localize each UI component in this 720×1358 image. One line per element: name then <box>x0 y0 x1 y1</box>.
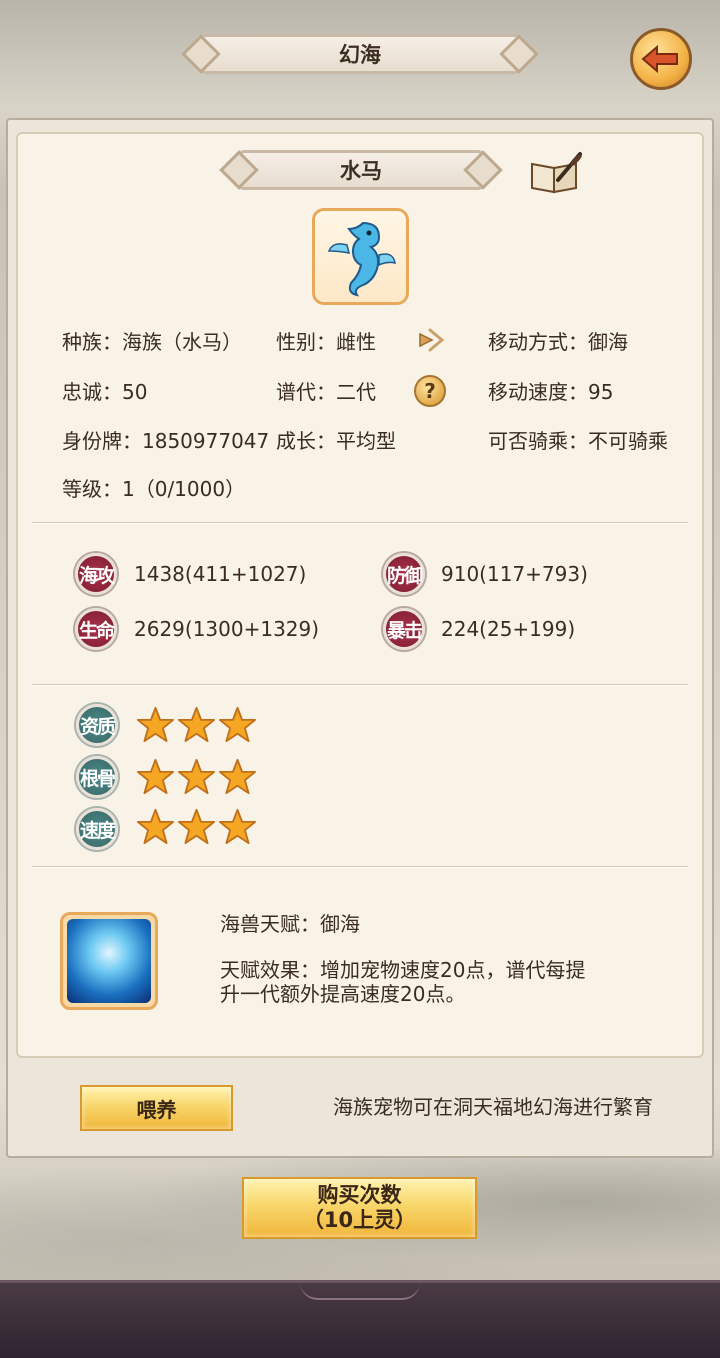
star-icon <box>137 758 174 795</box>
pet-level: 等级：1（0/1000） <box>62 477 246 501</box>
pet-move-mode: 移动方式：御海 <box>488 330 628 354</box>
stat-defense-value: 910(117+793) <box>441 562 588 586</box>
seahorse-icon <box>327 221 396 296</box>
star-icon <box>178 758 215 795</box>
stat-sea-attack-value: 1438(411+1027) <box>134 562 307 586</box>
stat-hp-value: 2629(1300+1329) <box>134 617 320 641</box>
book-quill-icon[interactable] <box>528 150 584 196</box>
star-icon <box>219 758 256 795</box>
buy-times-button[interactable]: 购买次数 （10上灵） <box>242 1177 477 1239</box>
pet-growth: 成长：平均型 <box>276 429 396 453</box>
aptitude-badge-speed: 速度 <box>76 808 118 850</box>
buy-times-label: 购买次数 <box>317 1183 402 1207</box>
aptitude-stars <box>137 808 256 845</box>
talent-effect-line2: 升一代额外提高速度20点。 <box>220 982 466 1006</box>
star-icon <box>137 808 174 845</box>
star-icon <box>137 706 174 743</box>
bottom-ornament <box>300 1282 420 1300</box>
pet-rideable: 可否骑乘：不可骑乘 <box>488 429 668 453</box>
pet-portrait <box>312 208 409 305</box>
talent-effect-line1: 天赋效果：增加宠物速度20点，谱代每提 <box>220 958 586 982</box>
divider <box>32 522 688 524</box>
stat-badge-crit: 暴击 <box>383 608 425 650</box>
aptitude-badge-quality: 资质 <box>76 704 118 746</box>
feed-button[interactable]: 喂养 <box>80 1085 233 1131</box>
buy-times-cost: （10上灵） <box>302 1208 417 1232</box>
aptitude-stars <box>137 706 256 743</box>
pet-id-card: 身份牌：1850977047 <box>62 429 270 453</box>
pet-race: 种族：海族（水马） <box>62 330 242 354</box>
arrow-right-icon[interactable] <box>414 324 446 356</box>
talent-name: 海兽天赋：御海 <box>220 912 360 936</box>
stat-badge-defense: 防御 <box>383 553 425 595</box>
back-button[interactable] <box>630 28 692 90</box>
stat-badge-hp: 生命 <box>75 608 117 650</box>
pet-generation: 谱代：二代 <box>276 380 376 404</box>
help-icon[interactable]: ? <box>414 375 446 407</box>
stat-badge-sea-attack: 海攻 <box>75 553 117 595</box>
back-arrow-icon <box>641 44 678 74</box>
pet-loyalty: 忠诚：50 <box>62 380 148 404</box>
star-icon <box>178 706 215 743</box>
page-title: 幻海 <box>200 34 520 74</box>
star-icon <box>219 808 256 845</box>
breed-hint: 海族宠物可在洞天福地幻海进行繁育 <box>333 1095 653 1119</box>
pet-name: 水马 <box>238 150 484 190</box>
pet-move-speed: 移动速度：95 <box>488 380 614 404</box>
aptitude-badge-bone: 根骨 <box>76 756 118 798</box>
stat-crit-value: 224(25+199) <box>441 617 576 641</box>
divider <box>32 684 688 686</box>
star-icon <box>219 706 256 743</box>
wave-icon <box>67 919 151 1003</box>
talent-skill-icon[interactable] <box>60 912 158 1010</box>
star-icon <box>178 808 215 845</box>
divider <box>32 866 688 868</box>
aptitude-stars <box>137 758 256 795</box>
pet-gender: 性别：雌性 <box>276 330 376 354</box>
